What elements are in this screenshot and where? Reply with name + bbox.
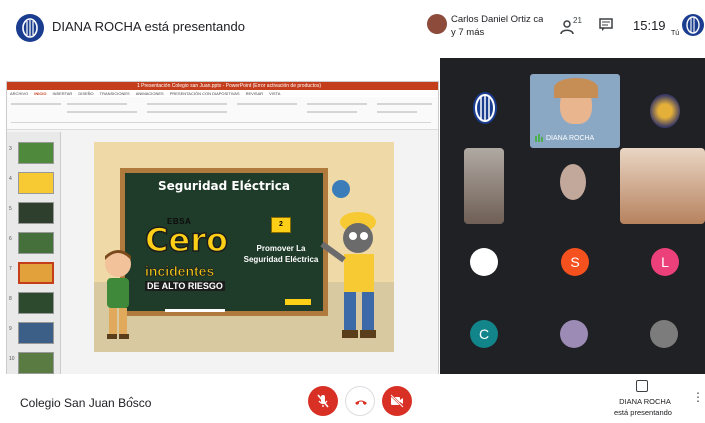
slide-thumbnail[interactable] [18, 352, 54, 374]
thumb-number: 8 [9, 296, 12, 302]
participant-tile[interactable] [560, 164, 586, 200]
thumb-number: 9 [9, 326, 12, 332]
school-logo-icon [686, 16, 700, 34]
caller-name[interactable]: Carlos Daniel Ortiz cald... [451, 14, 543, 25]
top-bar: DIANA ROCHA está presentando Carlos Dani… [0, 0, 705, 58]
alto-riesgo-label: DE ALTO RIESGO [145, 281, 225, 291]
audio-level-icon [535, 134, 543, 142]
thumb-number: 10 [9, 356, 15, 362]
participant-tile[interactable] [470, 88, 500, 128]
participant-avatar[interactable]: S [561, 248, 589, 276]
active-speaker-name: DIANA ROCHA [546, 135, 595, 142]
mic-off-button[interactable] [308, 386, 338, 416]
thumb-number: 4 [9, 176, 12, 182]
thumb-number: 7 [9, 266, 12, 272]
present-screen-icon[interactable] [636, 380, 648, 392]
step-number-badge: 2 [271, 217, 291, 233]
participant-avatar[interactable]: L [651, 248, 679, 276]
ppt-tab[interactable]: INICIO [34, 90, 46, 97]
thumb-number: 3 [9, 146, 12, 152]
school-logo-icon [22, 18, 38, 38]
participant-tile[interactable] [560, 320, 588, 348]
current-slide: Seguridad Eléctrica EBSA Cero incidentes… [94, 142, 394, 352]
chalk-line [165, 309, 225, 312]
caller-avatar[interactable] [427, 14, 447, 34]
participants-grid: DIANA ROCHA S L C [440, 58, 705, 374]
self-label: Tú [671, 30, 680, 37]
presenting-status: DIANA ROCHA está presentando [52, 19, 245, 34]
ppt-tab[interactable]: PRESENTACIÓN CON DIAPOSITIVAS [170, 90, 240, 97]
mascot-illustration [320, 212, 376, 338]
ppt-window-title: 1 Presentación Colegio san Juan.pptx - P… [137, 83, 321, 89]
ppt-slide-thumbnails[interactable]: 3 4 5 6 7 8 9 10 [7, 132, 61, 414]
participant-avatar[interactable]: C [470, 320, 498, 348]
presentation-stage: 1 Presentación Colegio san Juan.pptx - P… [0, 58, 440, 423]
slide-title: Seguridad Eléctrica [158, 179, 290, 193]
cero-incidentes-logo: EBSA Cero incidentes DE ALTO RIESGO [139, 213, 247, 305]
ppt-tab[interactable]: INSERTAR [52, 90, 72, 97]
hang-up-icon [355, 400, 367, 405]
ppt-ribbon-tabs: ARCHIVO INICIO INSERTAR DISEÑO TRANSICIO… [7, 90, 438, 97]
participant-tile[interactable] [620, 148, 705, 224]
ppt-tab[interactable]: TRANSICIONES [100, 90, 130, 97]
school-logo-icon [473, 92, 497, 124]
slide-thumbnail[interactable] [18, 292, 54, 314]
mic-off-icon [317, 394, 329, 408]
participant-tile[interactable] [464, 148, 504, 224]
presenter-logo [16, 14, 44, 42]
active-speaker-tile[interactable]: DIANA ROCHA [530, 74, 620, 148]
slide-thumbnail[interactable] [18, 232, 54, 254]
thumb-number: 6 [9, 236, 12, 242]
slide-thumbnail[interactable] [18, 202, 54, 224]
participant-avatar[interactable] [470, 248, 498, 276]
presenter-name[interactable]: DIANA ROCHA [610, 397, 680, 406]
presenter-status[interactable]: está presentando [606, 408, 680, 417]
slide-thumbnail[interactable] [18, 322, 54, 344]
ppt-tab[interactable]: DISEÑO [78, 90, 93, 97]
ppt-tab[interactable]: REVISAR [246, 90, 264, 97]
globe-icon [332, 180, 350, 198]
more-options-icon[interactable]: ⋮ [692, 391, 704, 403]
ppt-titlebar: 1 Presentación Colegio san Juan.pptx - P… [7, 82, 438, 90]
ppt-tab[interactable]: ARCHIVO [10, 90, 28, 97]
bottom-bar: Colegio San Juan Bosco ⌃ DIANA ROCHA est… [0, 374, 705, 423]
camera-off-icon [390, 394, 404, 408]
step-text: Promover La Seguridad Eléctrica [243, 244, 319, 264]
slide-thumbnail[interactable] [18, 142, 54, 164]
ppt-tab[interactable]: ANIMACIONES [136, 90, 164, 97]
incidentes-word: incidentes [145, 263, 215, 280]
caller-more-count[interactable]: y 7 más [451, 27, 484, 38]
clock: 15:19 [633, 18, 666, 33]
chat-icon[interactable] [599, 18, 613, 32]
participant-tile[interactable] [650, 320, 678, 348]
hang-up-button[interactable] [345, 386, 375, 416]
slide-thumbnail[interactable] [18, 172, 54, 194]
speaker-hair [554, 78, 598, 98]
kid-illustration [105, 250, 131, 339]
chalkboard: Seguridad Eléctrica EBSA Cero incidentes… [120, 168, 328, 316]
participant-tile[interactable] [650, 94, 680, 128]
cero-word: Cero [144, 220, 228, 260]
chevron-up-icon[interactable]: ⌃ [127, 396, 135, 407]
slide-thumbnail-active[interactable] [18, 262, 54, 284]
self-avatar[interactable] [682, 14, 704, 36]
board-yellow-bar [285, 299, 311, 305]
camera-off-button[interactable] [382, 386, 412, 416]
people-count: 21 [573, 16, 582, 25]
ppt-tab[interactable]: VISTA [269, 90, 280, 97]
thumb-number: 5 [9, 206, 12, 212]
ppt-ribbon [7, 97, 438, 130]
